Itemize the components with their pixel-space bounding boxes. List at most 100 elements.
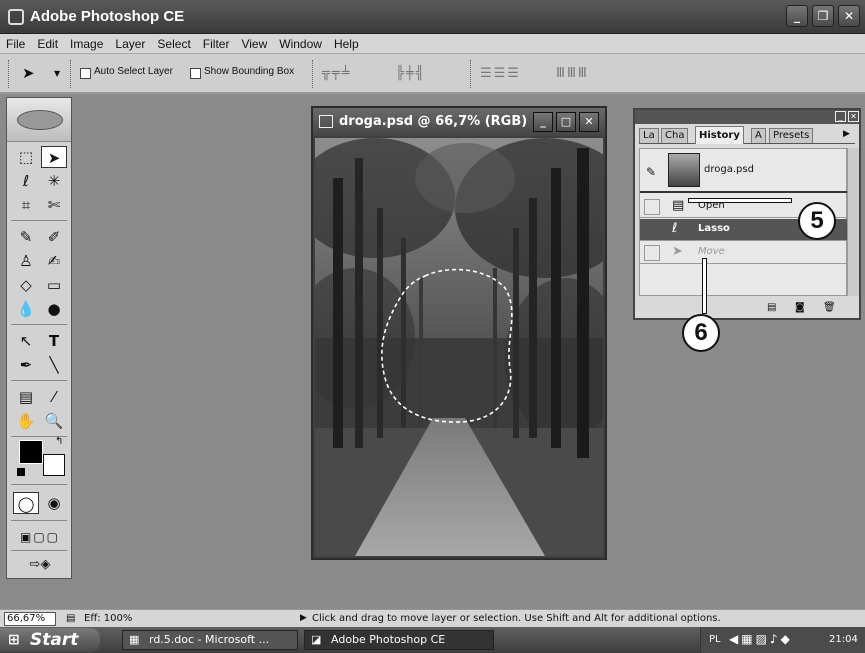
history-scrollbar[interactable] bbox=[847, 148, 859, 296]
path-selection-tool-icon[interactable]: ↖ bbox=[13, 330, 39, 352]
quick-mask-mode-icon[interactable]: ◉ bbox=[41, 492, 67, 514]
system-tray: PL ◀▦▨♪◆ 21:04 bbox=[700, 627, 865, 653]
marquee-tool-icon[interactable]: ⬚ bbox=[13, 146, 39, 168]
task-label: rd.5.doc - Microsoft ... bbox=[149, 633, 270, 646]
status-arrow-icon[interactable]: ▶ bbox=[300, 613, 307, 623]
language-indicator[interactable]: PL bbox=[709, 634, 721, 645]
minimize-button[interactable]: _ bbox=[786, 5, 808, 27]
auto-select-label: Auto Select Layer bbox=[94, 66, 173, 77]
image-canvas[interactable] bbox=[315, 138, 603, 556]
auto-select-checkbox[interactable] bbox=[80, 68, 91, 79]
doc-maximize-button[interactable]: □ bbox=[556, 112, 576, 132]
jump-to-imageready-icon[interactable]: ⇨◈ bbox=[13, 554, 67, 576]
history-item-move[interactable]: ➤ Move bbox=[640, 242, 848, 264]
panel-close-button[interactable]: ✕ bbox=[848, 111, 859, 122]
panel-tabs: La Cha History A Presets ▶ bbox=[639, 126, 855, 144]
magic-wand-tool-icon[interactable]: ✳ bbox=[41, 170, 67, 192]
panel-menu-arrow-icon[interactable]: ▶ bbox=[843, 129, 850, 139]
doc-minimize-button[interactable]: _ bbox=[533, 112, 553, 132]
menu-filter[interactable]: Filter bbox=[197, 34, 236, 51]
menu-select[interactable]: Select bbox=[151, 34, 196, 51]
history-item-label: Lasso bbox=[698, 223, 730, 234]
blur-tool-icon[interactable]: 💧 bbox=[13, 298, 39, 320]
new-document-from-state-icon[interactable]: ▤ bbox=[767, 302, 776, 313]
tab-actions[interactable]: A bbox=[751, 128, 766, 143]
tab-history[interactable]: History bbox=[695, 126, 744, 144]
distribute-vertical-icons[interactable]: ☰☰☰ bbox=[480, 66, 521, 82]
distribute-horizontal-icons[interactable]: ⅢⅢⅢ bbox=[556, 66, 589, 82]
menu-edit[interactable]: Edit bbox=[31, 34, 64, 51]
menu-view[interactable]: View bbox=[235, 34, 273, 51]
pen-tool-icon[interactable]: ✒ bbox=[13, 354, 39, 376]
chevron-down-icon[interactable]: ▼ bbox=[54, 69, 60, 78]
close-button[interactable]: ✕ bbox=[838, 5, 860, 27]
gradient-tool-icon[interactable]: ▭ bbox=[41, 274, 67, 296]
brush-tool-icon[interactable]: ✐ bbox=[41, 226, 67, 248]
document-title-bar[interactable]: droga.psd @ 66,7% (RGB) _ □ ✕ bbox=[313, 108, 605, 136]
tab-presets[interactable]: Presets bbox=[769, 128, 814, 143]
document-icon bbox=[319, 115, 333, 128]
eyedropper-tool-icon[interactable]: ⁄ bbox=[41, 386, 67, 408]
tab-channels[interactable]: Cha bbox=[661, 128, 689, 143]
swap-colors-icon[interactable]: ↰ bbox=[55, 436, 63, 447]
task-word-document[interactable]: ▦ rd.5.doc - Microsoft ... bbox=[122, 630, 298, 650]
default-colors-icon[interactable] bbox=[17, 468, 25, 476]
windows-logo-icon: ⊞ bbox=[8, 632, 20, 648]
adobe-logo-icon[interactable] bbox=[17, 110, 63, 130]
hand-tool-icon[interactable]: ✋ bbox=[13, 410, 39, 432]
zoom-tool-icon[interactable]: 🔍 bbox=[41, 410, 67, 432]
type-tool-icon[interactable]: T bbox=[41, 330, 67, 352]
show-bounding-box-label: Show Bounding Box bbox=[204, 66, 295, 77]
menu-window[interactable]: Window bbox=[273, 34, 328, 51]
show-bounding-box-checkbox[interactable] bbox=[190, 68, 201, 79]
trash-icon[interactable]: 🗑 bbox=[823, 302, 836, 313]
doc-close-button[interactable]: ✕ bbox=[579, 112, 599, 132]
notes-tool-icon[interactable]: ▤ bbox=[13, 386, 39, 408]
clone-stamp-tool-icon[interactable]: ♙ bbox=[13, 250, 39, 272]
snapshot-thumbnail bbox=[668, 153, 700, 187]
restore-button[interactable]: ❐ bbox=[812, 5, 834, 27]
align-vertical-icons[interactable]: ╦╤╧ bbox=[322, 66, 351, 82]
options-grip[interactable] bbox=[8, 60, 10, 88]
menu-image[interactable]: Image bbox=[64, 34, 109, 51]
background-color-swatch[interactable] bbox=[43, 454, 65, 476]
zoom-level-field[interactable]: 66,67% bbox=[4, 612, 56, 626]
lasso-tool-icon[interactable]: ℓ bbox=[13, 170, 39, 192]
task-photoshop[interactable]: ◪ Adobe Photoshop CE bbox=[304, 630, 494, 650]
move-tool-preset-icon[interactable]: ➤ bbox=[22, 64, 35, 82]
document-title: droga.psd @ 66,7% (RGB) bbox=[339, 114, 528, 129]
screen-mode-icons[interactable]: ▣▢▢ bbox=[13, 526, 67, 548]
history-source-box[interactable] bbox=[644, 245, 660, 261]
foreground-color-swatch[interactable] bbox=[19, 440, 43, 464]
move-tool-icon[interactable]: ➤ bbox=[41, 146, 67, 168]
line-tool-icon[interactable]: ╲ bbox=[41, 354, 67, 376]
document-window: droga.psd @ 66,7% (RGB) _ □ ✕ bbox=[311, 106, 607, 560]
dodge-tool-icon[interactable]: ● bbox=[41, 298, 67, 320]
history-source-box[interactable] bbox=[644, 199, 660, 215]
window-title: Adobe Photoshop CE bbox=[30, 8, 185, 25]
slice-tool-icon[interactable]: ✄ bbox=[41, 194, 67, 216]
history-brush-tool-icon[interactable]: ✍ bbox=[41, 250, 67, 272]
tray-icons[interactable]: ◀▦▨♪◆ bbox=[729, 632, 793, 646]
healing-brush-tool-icon[interactable]: ✎ bbox=[13, 226, 39, 248]
align-horizontal-icons[interactable]: ╠╪╣ bbox=[396, 66, 425, 82]
standard-mode-icon[interactable]: ◯ bbox=[13, 492, 39, 514]
efficiency-readout[interactable]: Eff: 100% bbox=[84, 613, 132, 624]
history-snapshot[interactable]: ✎ droga.psd bbox=[640, 149, 848, 193]
tab-layers[interactable]: La bbox=[639, 128, 659, 143]
callout-5-leader bbox=[688, 198, 792, 203]
start-button[interactable]: ⊞ Start bbox=[0, 628, 100, 652]
menu-help[interactable]: Help bbox=[328, 34, 365, 51]
status-bar: 66,67% ▤ Eff: 100% ▶ Click and drag to m… bbox=[0, 609, 865, 627]
eraser-tool-icon[interactable]: ◇ bbox=[13, 274, 39, 296]
create-snapshot-icon[interactable]: ◙ bbox=[795, 302, 805, 313]
callout-5: 5 bbox=[798, 202, 836, 240]
menu-layer[interactable]: Layer bbox=[109, 34, 151, 51]
menu-file[interactable]: File bbox=[0, 34, 31, 51]
crop-tool-icon[interactable]: ⌗ bbox=[13, 194, 39, 216]
panel-minimize-button[interactable]: _ bbox=[835, 111, 846, 122]
history-brush-source-icon[interactable]: ✎ bbox=[646, 165, 656, 179]
panel-title-bar[interactable]: _ ✕ bbox=[635, 110, 859, 124]
history-source-box[interactable] bbox=[644, 222, 660, 238]
callout-6-leader bbox=[702, 258, 707, 314]
